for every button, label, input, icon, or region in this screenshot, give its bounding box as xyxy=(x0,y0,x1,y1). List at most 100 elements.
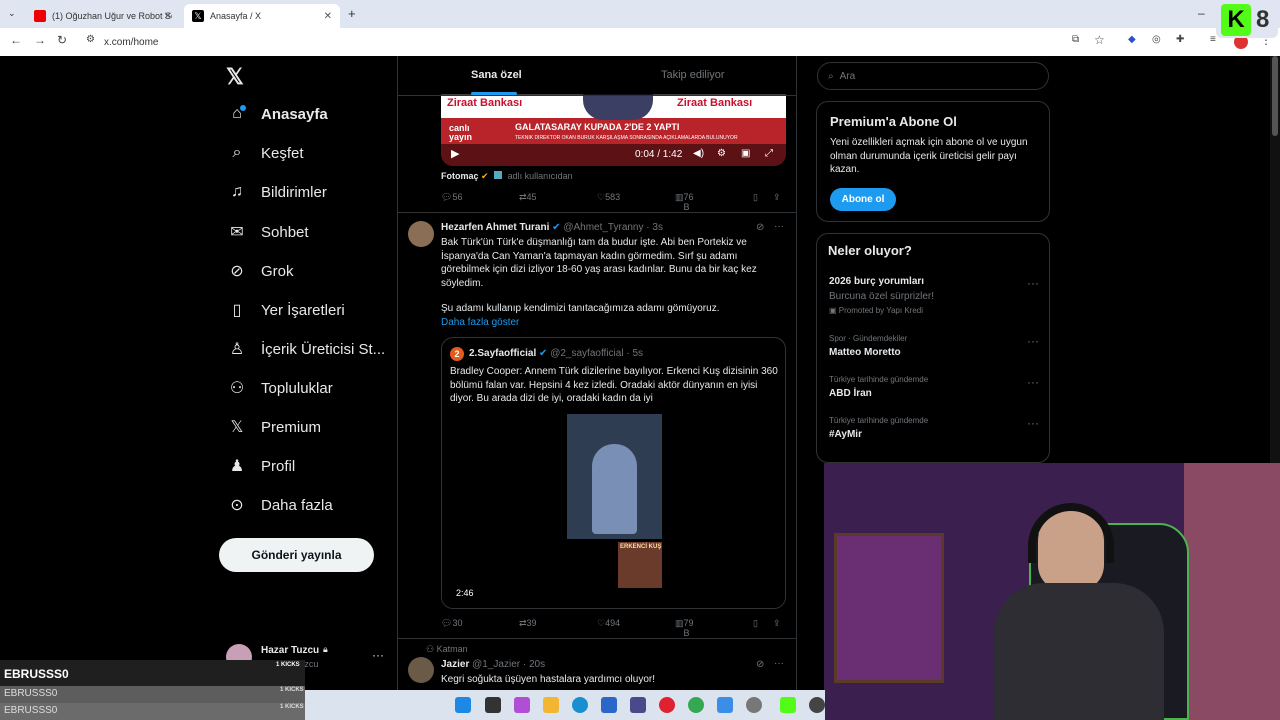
extension-icon[interactable]: ◎ xyxy=(1152,34,1161,45)
more-icon[interactable]: ··· xyxy=(774,658,784,669)
like-button[interactable]: ♡ 494 xyxy=(597,618,620,629)
author-name[interactable]: Jazier xyxy=(441,659,469,670)
address-bar[interactable]: x.com/home xyxy=(104,37,158,48)
more-icon[interactable]: ··· xyxy=(1027,276,1039,290)
grok-icon[interactable]: ⊘ xyxy=(756,222,764,233)
settings-icon[interactable]: ⚙ xyxy=(717,148,726,159)
source-name[interactable]: Fotomaç xyxy=(441,171,479,181)
trend-item[interactable]: Türkiye tarihinde gündemde #AyMir ··· xyxy=(829,416,1039,446)
sidebar-item-bookmarks[interactable]: ▯ Yer İşaretleri xyxy=(227,300,345,320)
new-tab-icon[interactable]: + xyxy=(348,6,356,21)
mail-icon: ✉ xyxy=(230,224,244,241)
sidebar-item-creator-studio[interactable]: ♙ İçerik Üreticisi St... xyxy=(227,339,385,359)
more-icon[interactable]: ··· xyxy=(1027,416,1039,430)
sidebar-item-more[interactable]: ⊙ Daha fazla xyxy=(227,495,332,515)
bookmark-icon[interactable]: ▯ xyxy=(753,618,758,629)
play-icon[interactable]: ▶ xyxy=(451,147,459,160)
views-button[interactable]: ▥ 79 B xyxy=(675,618,694,638)
star-icon[interactable]: ☆ xyxy=(1094,33,1105,47)
volume-icon[interactable]: ◀) xyxy=(693,148,704,159)
sidebar-item-explore[interactable]: ⌕ Keşfet xyxy=(227,144,304,162)
reply-button[interactable]: 💬︎ 30 xyxy=(441,618,462,629)
author-handle[interactable]: @1_Jazier xyxy=(472,659,520,670)
promoted-line: ▣ Promoted by Yapı Kredi xyxy=(829,306,1039,315)
show-more-link[interactable]: Daha fazla göster xyxy=(441,317,519,328)
trend-item[interactable]: Spor · Gündemdekiler Matteo Moretto ··· xyxy=(829,334,1039,364)
post-time[interactable]: · 20s xyxy=(523,659,545,670)
pip-icon[interactable]: ▣ xyxy=(741,148,750,159)
verified-icon: ✔ xyxy=(552,222,561,233)
context-label[interactable]: Katman xyxy=(437,644,468,654)
kick-count-badge: 1 KICKS xyxy=(280,687,304,693)
sidebar-item-grok[interactable]: ⊘ Grok xyxy=(227,261,294,281)
app-icon[interactable] xyxy=(630,697,646,713)
edge-icon[interactable] xyxy=(572,697,588,713)
share-icon[interactable]: ⇪ xyxy=(773,618,781,629)
sidebar-item-notifications[interactable]: ♫ Bildirimler xyxy=(227,183,327,201)
minimize-icon[interactable]: – xyxy=(1198,6,1205,20)
tab-list-chevron-icon[interactable]: ⌄ xyxy=(8,8,16,19)
sidebar-item-communities[interactable]: ⚇ Topluluklar xyxy=(227,378,333,398)
search-input[interactable]: ⌕ Ara xyxy=(817,62,1049,90)
puzzle-icon[interactable]: ✚ xyxy=(1176,34,1184,45)
copilot-icon[interactable] xyxy=(514,697,530,713)
post-button[interactable]: Gönderi yayınla xyxy=(219,538,374,572)
close-icon[interactable]: ✕ xyxy=(324,11,332,22)
windows-start-icon[interactable] xyxy=(455,697,471,713)
more-icon[interactable]: ··· xyxy=(774,221,784,232)
reply-button[interactable]: 💬︎ 56 xyxy=(441,192,462,203)
author-name[interactable]: Hezarfen Ahmet Turani xyxy=(441,222,549,233)
quoted-post[interactable]: 2 2.Sayfaofficial ✔ @2_sayfaofficial · 5… xyxy=(441,337,786,609)
quote-video[interactable]: ERKENCİ KUŞ 2:46 xyxy=(442,414,785,608)
store-icon[interactable] xyxy=(601,697,617,713)
tab-for-you[interactable]: Sana özel xyxy=(471,69,522,81)
repost-button[interactable]: ⇄ 45 xyxy=(519,192,537,203)
sidebar-item-label: Grok xyxy=(261,262,294,280)
more-icon[interactable]: ··· xyxy=(1027,334,1039,348)
share-icon[interactable]: ⇪ xyxy=(773,192,781,203)
subscribe-button[interactable]: Abone ol xyxy=(830,188,896,211)
sidebar-item-profile[interactable]: ♟ Profil xyxy=(227,456,295,476)
trend-subtitle: Burcuna özel sürprizler! xyxy=(829,291,935,302)
chrome-icon[interactable] xyxy=(688,697,704,713)
repost-button[interactable]: ⇄ 39 xyxy=(519,618,537,629)
tab-following[interactable]: Takip ediliyor xyxy=(661,69,725,81)
back-icon[interactable]: ← xyxy=(10,33,22,47)
sidebar-item-messages[interactable]: ✉ Sohbet xyxy=(227,222,308,242)
extension-icon[interactable]: ◆ xyxy=(1128,34,1136,45)
forward-icon[interactable]: → xyxy=(34,33,46,47)
reading-list-icon[interactable]: ≡ xyxy=(1210,34,1216,45)
x-logo-icon[interactable]: 𝕏 xyxy=(226,64,244,90)
more-icon[interactable]: ··· xyxy=(1027,375,1039,389)
grok-icon[interactable]: ⊘ xyxy=(756,659,764,670)
opera-icon[interactable] xyxy=(659,697,675,713)
app-icon[interactable] xyxy=(809,697,825,713)
sidebar-item-premium[interactable]: 𝕏 Premium xyxy=(227,417,321,437)
site-info-icon[interactable]: ⚙ xyxy=(86,34,95,45)
close-icon[interactable]: ✕ xyxy=(164,11,172,22)
file-explorer-icon[interactable] xyxy=(543,697,559,713)
settings-icon[interactable] xyxy=(746,697,762,713)
trend-item[interactable]: Türkiye tarihinde gündemde ABD İran ··· xyxy=(829,375,1039,405)
video-player[interactable]: Ziraat Bankası Ziraat Bankası canlı yayı… xyxy=(441,94,786,166)
post-time[interactable]: · 3s xyxy=(646,222,663,233)
sidebar-item-label: Profil xyxy=(261,457,296,475)
trend-item[interactable]: 2026 burç yorumları Burcuna özel sürpriz… xyxy=(829,276,1039,318)
views-button[interactable]: ▥ 76 B xyxy=(675,192,694,212)
avatar[interactable] xyxy=(408,657,434,683)
browser-tab-youtube[interactable]: (1) Oğuzhan Uğur ve Robot Sop ✕ xyxy=(26,4,180,28)
reload-icon[interactable]: ↻ xyxy=(57,33,67,47)
install-icon[interactable]: ⧉ xyxy=(1072,34,1079,45)
author-handle[interactable]: @Ahmet_Tyranny xyxy=(563,222,643,233)
scrollbar-thumb[interactable] xyxy=(1272,56,1278,136)
more-icon[interactable]: ··· xyxy=(372,648,384,662)
bookmark-icon[interactable]: ▯ xyxy=(753,192,758,203)
like-button[interactable]: ♡ 583 xyxy=(597,192,620,203)
photos-icon[interactable] xyxy=(717,697,733,713)
task-view-icon[interactable] xyxy=(485,697,501,713)
app-icon[interactable] xyxy=(780,697,796,713)
browser-tab-x[interactable]: 𝕏 Anasayfa / X ✕ xyxy=(184,4,340,28)
fullscreen-icon[interactable]: ⤢ xyxy=(765,148,773,159)
avatar[interactable] xyxy=(408,221,434,247)
reply-count: 30 xyxy=(452,618,463,628)
